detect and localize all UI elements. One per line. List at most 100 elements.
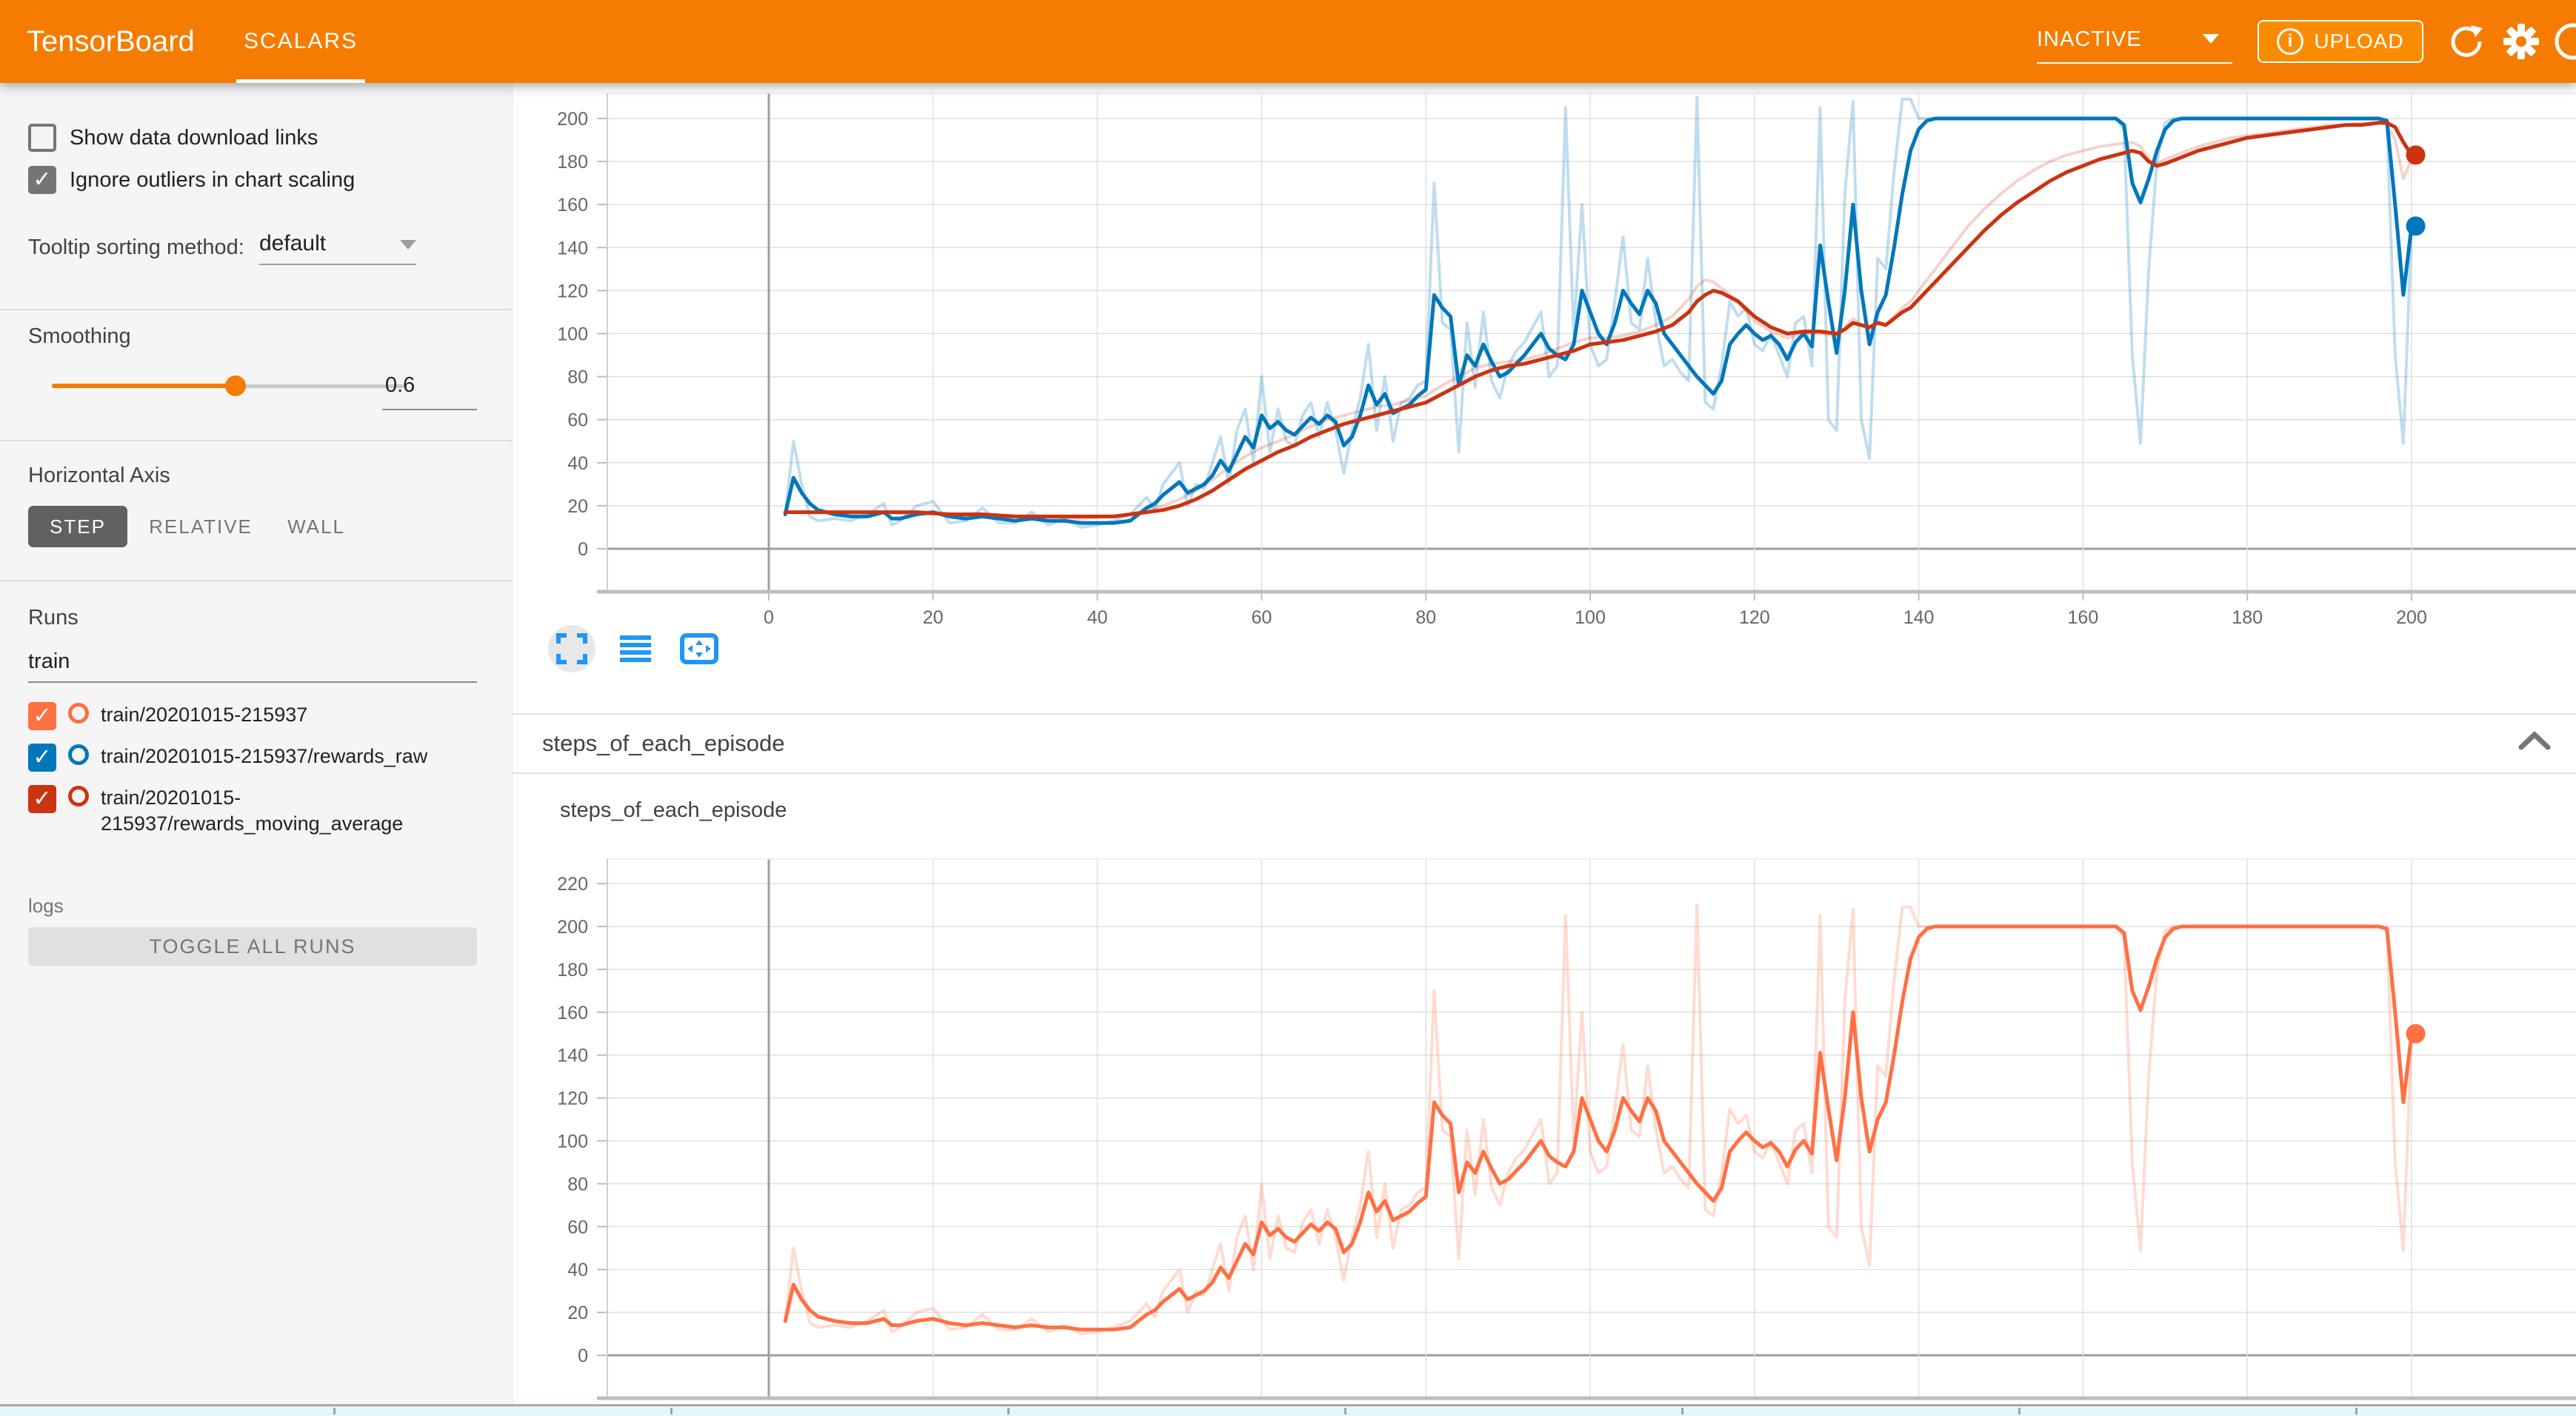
tab-scalars[interactable]: SCALARS (236, 0, 365, 83)
svg-text:140: 140 (557, 1046, 588, 1066)
svg-text:0: 0 (578, 1346, 588, 1366)
svg-text:60: 60 (567, 410, 588, 431)
svg-text:20: 20 (923, 607, 944, 628)
rewards-chart[interactable]: 0204060801001201401601802000204060801001… (513, 83, 2576, 635)
status-dropdown[interactable]: INACTIVE (2037, 19, 2232, 64)
run-radio-rewards-moving-average[interactable] (68, 786, 89, 806)
svg-text:140: 140 (557, 238, 588, 258)
ignore-outliers-row[interactable]: ✓ Ignore outliers in chart scaling (28, 166, 355, 194)
upload-button[interactable]: i UPLOAD (2258, 20, 2423, 63)
svg-text:160: 160 (2068, 607, 2099, 628)
divider (0, 440, 513, 441)
tooltip-sort-value: default (259, 231, 326, 256)
tooltip-sort-dropdown[interactable]: default (259, 231, 416, 256)
run-label-rewards-raw: train/20201015-215937/rewards_raw (101, 744, 427, 769)
svg-text:40: 40 (567, 453, 588, 474)
status-dropdown-underline (2037, 62, 2232, 64)
strip-tick (333, 1408, 336, 1415)
svg-text:180: 180 (557, 960, 588, 981)
svg-text:200: 200 (557, 917, 588, 938)
svg-text:100: 100 (1575, 607, 1606, 628)
section-title: steps_of_each_episode (542, 715, 784, 772)
svg-text:140: 140 (1903, 607, 1935, 628)
svg-text:80: 80 (567, 367, 588, 388)
refresh-icon[interactable] (2446, 21, 2487, 62)
svg-text:120: 120 (557, 1089, 588, 1109)
run-row-train[interactable]: ✓ train/20201015-215937 (28, 702, 307, 730)
toggle-all-runs-button[interactable]: TOGGLE ALL RUNS (28, 927, 477, 966)
checkmark-icon: ✓ (28, 702, 56, 730)
run-label-train: train/20201015-215937 (101, 702, 307, 728)
svg-text:100: 100 (557, 1132, 588, 1152)
expand-icon[interactable] (548, 625, 595, 672)
run-checkbox-rewards-moving-average[interactable]: ✓ (28, 785, 56, 813)
svg-text:160: 160 (557, 195, 588, 216)
run-selector-icon[interactable] (612, 625, 659, 672)
svg-text:40: 40 (567, 1260, 588, 1280)
run-row-rewards-raw[interactable]: ✓ train/20201015-215937/rewards_raw (28, 744, 427, 772)
section-header-steps-of-each-episode[interactable]: steps_of_each_episode (513, 713, 2576, 774)
run-label-rewards-moving-average: train/20201015-215937/rewards_moving_ave… (101, 785, 478, 837)
checkmark-icon: ✓ (28, 785, 56, 813)
svg-text:0: 0 (764, 607, 774, 628)
help-icon[interactable] (2552, 21, 2576, 62)
svg-text:80: 80 (567, 1174, 588, 1195)
svg-text:120: 120 (557, 281, 588, 301)
divider (0, 309, 513, 310)
settings-sidebar: Show data download links ✓ Ignore outlie… (0, 83, 513, 1404)
checkmark-icon: ✓ (28, 166, 56, 194)
chart-toolbar (548, 625, 723, 672)
svg-text:160: 160 (557, 1003, 588, 1023)
bottom-scroll-strip[interactable] (0, 1404, 2576, 1416)
svg-text:180: 180 (2232, 607, 2263, 628)
chevron-down-icon (2203, 34, 2219, 44)
ignore-outliers-label: Ignore outliers in chart scaling (70, 168, 355, 193)
strip-tick (1344, 1408, 1347, 1415)
run-checkbox-train[interactable]: ✓ (28, 702, 56, 730)
chart-card-title: steps_of_each_episode (560, 798, 787, 823)
strip-tick (2018, 1408, 2021, 1415)
svg-text:40: 40 (1087, 607, 1108, 628)
gear-icon[interactable] (2500, 21, 2542, 62)
show-download-links-row[interactable]: Show data download links (28, 124, 318, 152)
app-header: TensorBoard SCALARS INACTIVE i UPLOAD (0, 0, 2576, 83)
svg-text:60: 60 (1251, 607, 1272, 628)
run-checkbox-rewards-raw[interactable]: ✓ (28, 744, 56, 772)
strip-tick (1007, 1408, 1010, 1415)
chevron-down-icon (400, 240, 416, 250)
strip-tick (670, 1408, 673, 1415)
axis-button-step[interactable]: STEP (28, 506, 127, 547)
run-row-rewards-moving-average[interactable]: ✓ train/20201015-215937/rewards_moving_a… (28, 785, 478, 837)
runs-footer-label: logs (28, 895, 64, 918)
svg-text:80: 80 (1415, 607, 1436, 628)
run-radio-train[interactable] (68, 703, 89, 724)
smoothing-slider-thumb[interactable] (225, 375, 246, 396)
tab-scalars-label: SCALARS (244, 29, 358, 53)
info-icon: i (2277, 28, 2303, 55)
tooltip-sort-underline (259, 264, 416, 265)
runs-filter-input[interactable] (28, 649, 477, 683)
svg-text:0: 0 (578, 539, 588, 560)
steps-chart[interactable]: 0 20 40 60 80 100 120 140 160 180 200 220 (513, 835, 2576, 1404)
smoothing-label: Smoothing (28, 324, 131, 349)
run-radio-rewards-raw[interactable] (68, 744, 89, 765)
tab-active-underline (236, 79, 365, 83)
runs-heading: Runs (28, 606, 79, 630)
smoothing-slider-fill (52, 384, 236, 388)
upload-button-label: UPLOAD (2314, 30, 2403, 53)
svg-text:220: 220 (557, 874, 588, 895)
fit-domain-icon[interactable] (675, 625, 723, 672)
checkmark-icon: ✓ (28, 744, 56, 772)
strip-tick (2355, 1408, 2358, 1415)
svg-text:60: 60 (567, 1217, 588, 1238)
svg-text:20: 20 (567, 496, 588, 517)
axis-button-wall[interactable]: WALL (276, 506, 357, 547)
horizontal-axis-label: Horizontal Axis (28, 464, 170, 488)
svg-text:20: 20 (567, 1303, 588, 1323)
chevron-up-icon[interactable] (2518, 731, 2551, 754)
axis-button-relative[interactable]: RELATIVE (145, 506, 256, 547)
show-download-links-checkbox[interactable] (28, 124, 56, 152)
smoothing-value[interactable]: 0.6 (385, 373, 415, 398)
smoothing-value-underline (382, 409, 477, 410)
ignore-outliers-checkbox[interactable]: ✓ (28, 166, 56, 194)
